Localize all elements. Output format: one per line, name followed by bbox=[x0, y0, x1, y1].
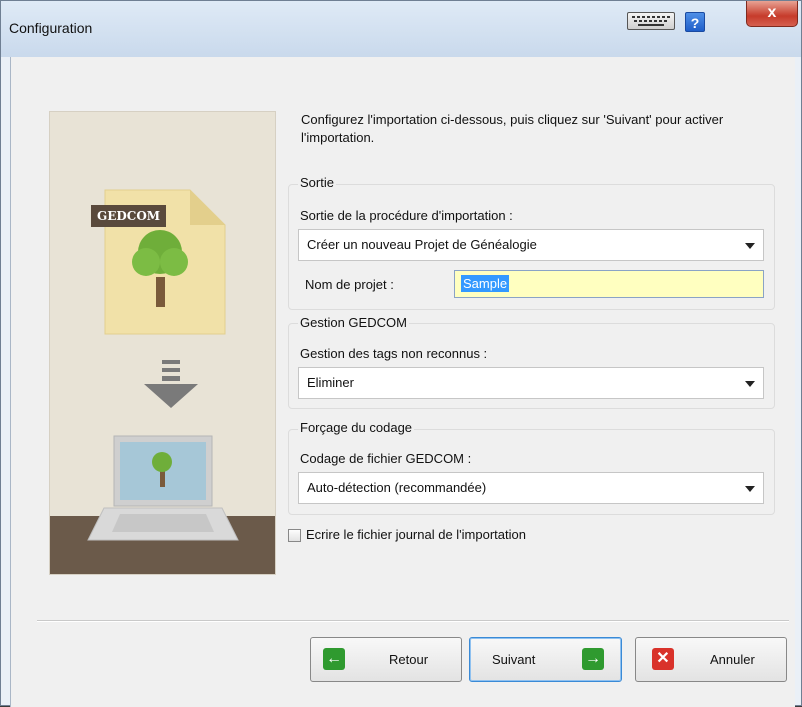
down-arrow-icon bbox=[144, 384, 198, 408]
cancel-button[interactable]: ✕ Annuler bbox=[635, 637, 787, 682]
encoding-legend: Forçage du codage bbox=[298, 420, 415, 435]
document-fold bbox=[190, 190, 225, 225]
description-text: Configurez l'importation ci-dessous, pui… bbox=[301, 112, 724, 145]
tags-dropdown-value: Eliminer bbox=[307, 375, 354, 390]
help-button[interactable]: ? bbox=[685, 12, 705, 32]
gedcom-to-computer-illustration bbox=[50, 189, 275, 574]
next-button-label: Suivant bbox=[492, 652, 536, 667]
output-dropdown-value: Créer un nouveau Projet de Généalogie bbox=[307, 237, 537, 252]
output-dropdown[interactable]: Créer un nouveau Projet de Généalogie bbox=[298, 229, 764, 261]
tags-dropdown[interactable]: Eliminer bbox=[298, 367, 764, 399]
arrow-left-icon: ← bbox=[323, 648, 345, 670]
project-name-input[interactable]: Sample bbox=[454, 270, 764, 298]
chevron-down-icon[interactable] bbox=[745, 486, 755, 492]
cancel-x-icon: ✕ bbox=[652, 648, 674, 670]
title-bar[interactable]: Configuration ? x bbox=[1, 1, 801, 57]
gedcom-badge: GEDCOM bbox=[91, 205, 167, 227]
file-encoding-label: Codage de fichier GEDCOM : bbox=[300, 451, 472, 466]
file-encoding-dropdown-value: Auto-détection (recommandée) bbox=[307, 480, 487, 495]
chevron-down-icon[interactable] bbox=[745, 243, 755, 249]
configuration-window: Configuration ? x GEDCOM Configurez l'im… bbox=[0, 0, 802, 707]
output-label: Sortie de la procédure d'importation : bbox=[300, 208, 513, 223]
project-name-value: Sample bbox=[461, 275, 510, 292]
chevron-down-icon[interactable] bbox=[745, 381, 755, 387]
cancel-button-label: Annuler bbox=[710, 652, 755, 667]
next-button[interactable]: Suivant → bbox=[469, 637, 622, 682]
gedcom-legend: Gestion GEDCOM bbox=[298, 315, 409, 330]
back-button[interactable]: ← Retour bbox=[310, 637, 462, 682]
arrow-right-icon: → bbox=[582, 648, 604, 670]
project-name-label: Nom de projet : bbox=[305, 277, 394, 292]
tags-label: Gestion des tags non reconnus : bbox=[300, 346, 488, 361]
close-button[interactable]: x bbox=[746, 1, 798, 27]
window-title: Configuration bbox=[9, 20, 93, 36]
back-button-label: Retour bbox=[389, 652, 429, 667]
tree-trunk bbox=[156, 277, 165, 307]
log-checkbox-label[interactable]: Ecrire le fichier journal de l'importati… bbox=[306, 527, 526, 542]
import-illustration: GEDCOM bbox=[49, 111, 276, 575]
log-checkbox[interactable] bbox=[288, 529, 301, 542]
keyboard-icon[interactable] bbox=[627, 12, 675, 30]
footer-separator bbox=[37, 620, 789, 622]
file-encoding-dropdown[interactable]: Auto-détection (recommandée) bbox=[298, 472, 764, 504]
sortie-legend: Sortie bbox=[298, 175, 336, 190]
